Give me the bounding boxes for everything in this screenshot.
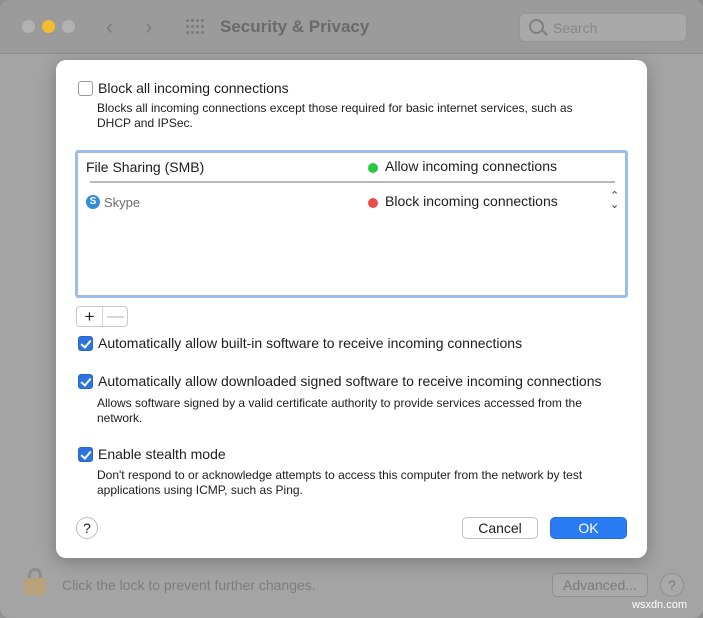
add-remove-control: + — — [76, 306, 128, 327]
stealth-mode-label: Enable stealth mode — [98, 446, 226, 462]
minimize-window-button[interactable] — [42, 20, 55, 33]
app-row-skype[interactable]: S Skype Block incoming connections ⌃ ⌄ — [78, 188, 625, 218]
search-input[interactable]: Search — [519, 13, 687, 42]
block-all-label: Block all incoming connections — [98, 80, 289, 96]
help-button[interactable]: ? — [76, 517, 98, 539]
stealth-mode-checkbox[interactable] — [78, 447, 93, 462]
back-icon[interactable]: ‹ — [106, 14, 113, 40]
app-name: Skype — [104, 195, 141, 210]
window-title: Security & Privacy — [220, 17, 370, 36]
app-status: Allow incoming connections — [385, 158, 557, 174]
skype-icon: S — [86, 195, 100, 209]
forward-icon[interactable]: › — [145, 14, 152, 40]
ok-button[interactable]: OK — [550, 517, 627, 539]
block-all-checkbox[interactable] — [78, 81, 93, 96]
window-help-button[interactable]: ? — [660, 573, 684, 597]
auto-allow-signed-label: Automatically allow downloaded signed so… — [98, 373, 602, 389]
allow-status-dot-icon — [368, 163, 378, 173]
close-window-button[interactable] — [22, 20, 35, 33]
show-all-grid-icon[interactable] — [186, 19, 204, 35]
app-name: File Sharing (SMB) — [86, 159, 205, 175]
remove-app-button[interactable]: — — [103, 307, 128, 326]
app-list[interactable]: File Sharing (SMB) Allow incoming connec… — [75, 150, 628, 298]
lock-hint-text: Click the lock to prevent further change… — [62, 577, 316, 593]
row-divider — [90, 181, 615, 183]
add-app-button[interactable]: + — [77, 307, 103, 326]
auto-allow-builtin-label: Automatically allow built-in software to… — [98, 335, 523, 351]
app-row-file-sharing[interactable]: File Sharing (SMB) Allow incoming connec… — [78, 153, 625, 183]
search-icon — [529, 19, 544, 34]
popup-stepper-icon[interactable]: ⌃ ⌄ — [610, 191, 619, 211]
auto-allow-builtin-checkbox[interactable] — [78, 336, 93, 351]
watermark-text: wsxdn.com — [632, 599, 688, 611]
search-placeholder: Search — [553, 20, 598, 36]
lock-icon[interactable] — [24, 568, 46, 596]
firewall-options-sheet: Block all incoming connections Blocks al… — [56, 60, 647, 558]
cancel-button[interactable]: Cancel — [462, 517, 538, 539]
advanced-button[interactable]: Advanced... — [552, 573, 648, 597]
block-status-dot-icon — [368, 198, 378, 208]
zoom-window-button[interactable] — [62, 20, 75, 33]
title-bar: ‹ › Security & Privacy Search — [0, 0, 703, 54]
block-all-description: Blocks all incoming connections except t… — [97, 101, 573, 130]
stealth-mode-description: Don't respond to or acknowledge attempts… — [97, 468, 583, 497]
auto-allow-signed-description: Allows software signed by a valid certif… — [97, 396, 582, 425]
auto-allow-signed-checkbox[interactable] — [78, 374, 93, 389]
app-status-select[interactable]: Block incoming connections — [385, 193, 558, 209]
